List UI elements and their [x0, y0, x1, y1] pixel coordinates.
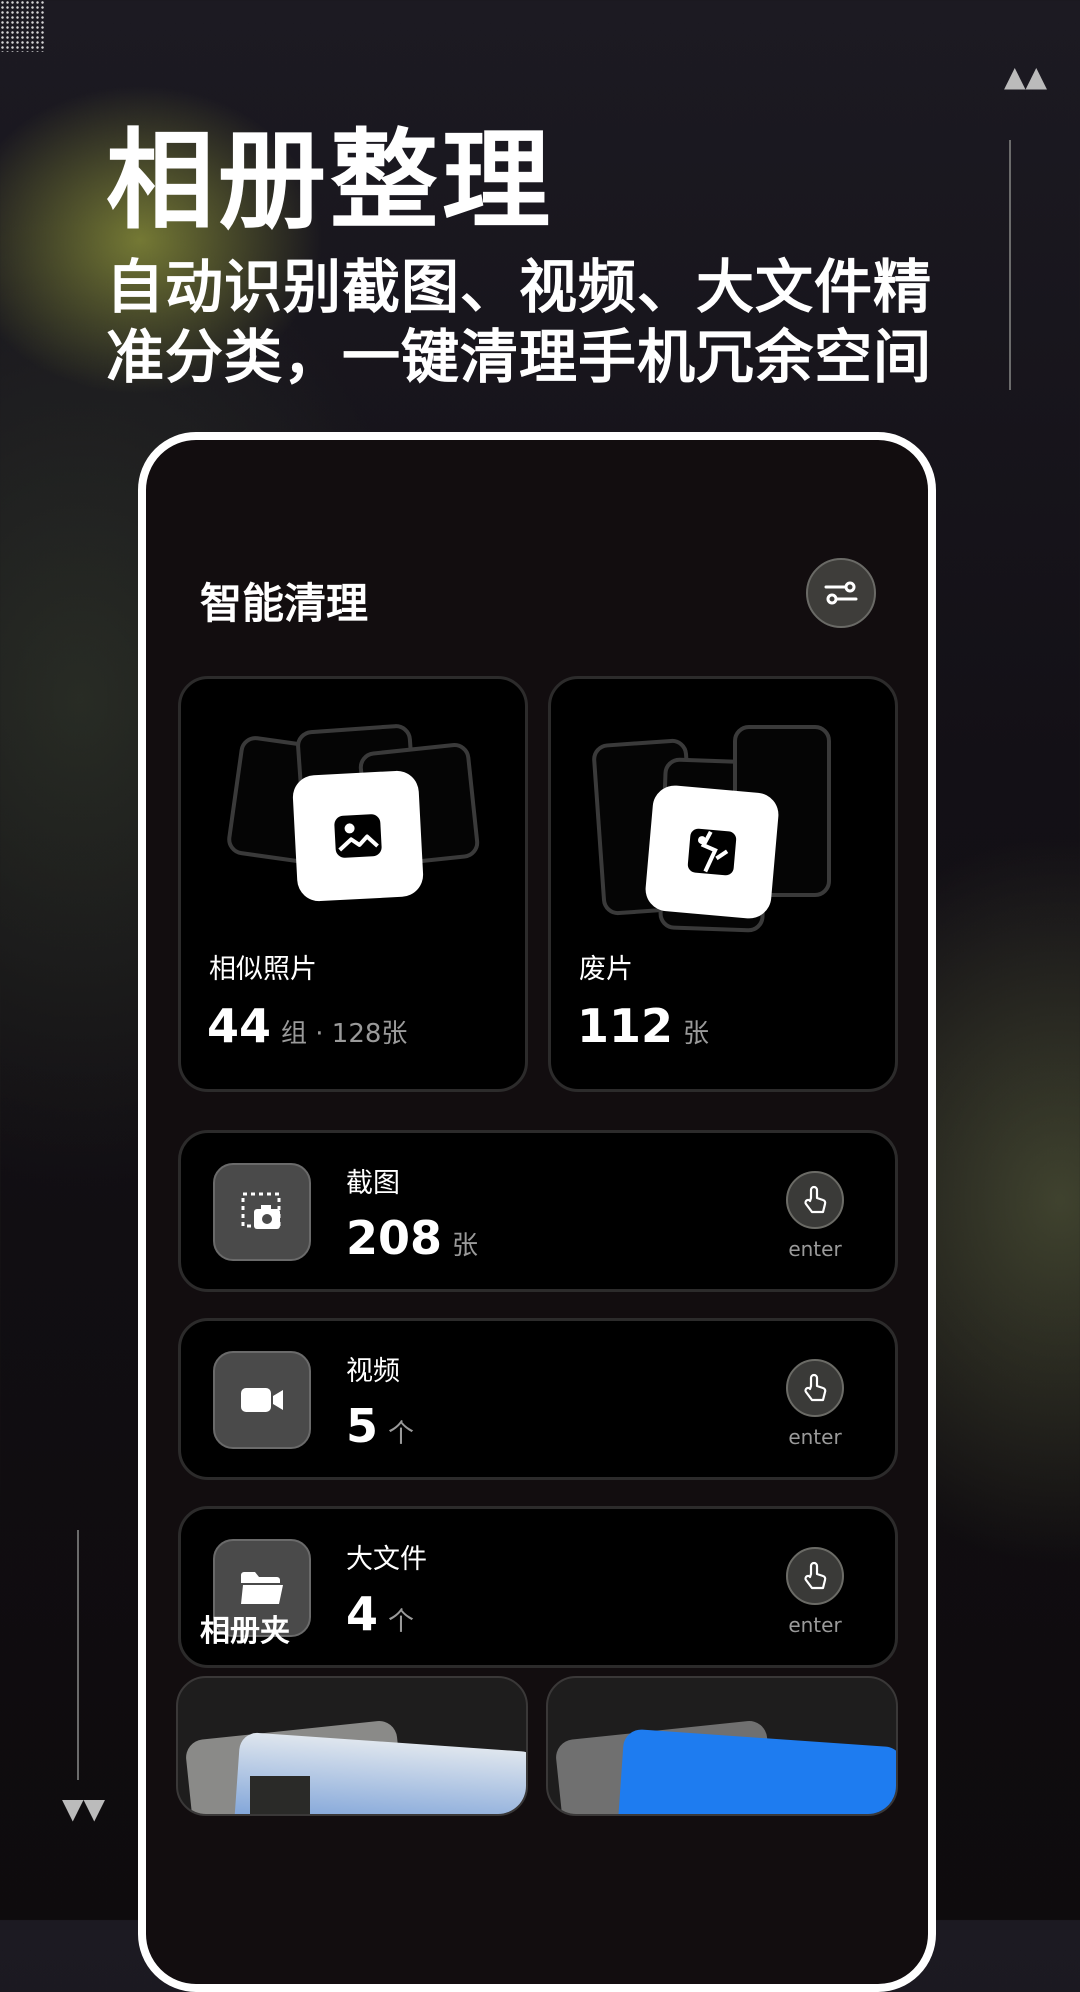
tap-hand-icon — [804, 1561, 827, 1590]
card-unit: 组 · 128张 — [281, 1019, 408, 1049]
row-count: 208 张 — [346, 1211, 479, 1265]
row-label: 截图 — [346, 1168, 400, 1199]
hero-subtitle: 自动识别截图、视频、大文件精准分类，一键清理手机冗余空间 — [106, 253, 933, 391]
video-icon-tile — [213, 1351, 311, 1449]
noise-texture — [0, 0, 44, 52]
divider-line-right — [1009, 140, 1011, 390]
row-count: 4个 — [346, 1587, 415, 1641]
row-unit: 张 — [452, 1231, 479, 1261]
screenshot-icon — [241, 1192, 281, 1229]
album-card[interactable] — [546, 1676, 898, 1816]
hero-title: 相册整理 — [106, 119, 555, 244]
card-label: 废片 — [579, 954, 633, 985]
scroll-up-indicator: ▲▲ — [1004, 60, 1048, 93]
bad-photos-card[interactable]: 废片 112 张 — [548, 676, 898, 1092]
scroll-down-indicator: ▼▼ — [62, 1792, 106, 1825]
phone-frame: 智能清理 相似照片 44 组 · 128张 废片 112 张 截图 208 张 … — [138, 432, 936, 1992]
page-title: 智能清理 — [200, 579, 369, 628]
broken-image-icon-tile — [643, 783, 781, 921]
sliders-icon — [824, 581, 858, 605]
enter-label: enter — [788, 1237, 842, 1261]
row-label: 大文件 — [346, 1544, 427, 1575]
broken-image-icon — [687, 828, 737, 876]
card-count: 44 组 · 128张 — [207, 999, 408, 1053]
enter-label: enter — [788, 1425, 842, 1449]
image-icon — [334, 814, 382, 858]
folder-icon — [241, 1572, 283, 1604]
similar-photos-card[interactable]: 相似照片 44 组 · 128张 — [178, 676, 528, 1092]
row-label: 视频 — [346, 1356, 400, 1387]
image-icon-tile — [291, 769, 425, 903]
filter-settings-button[interactable] — [806, 558, 876, 628]
album-card[interactable] — [176, 1676, 528, 1816]
tap-hand-icon — [804, 1185, 827, 1214]
enter-button[interactable] — [786, 1171, 844, 1229]
enter-button[interactable] — [786, 1359, 844, 1417]
video-camera-icon — [241, 1388, 283, 1412]
card-unit: 张 — [683, 1019, 710, 1049]
row-unit: 个 — [388, 1419, 415, 1449]
album-photo-front — [616, 1728, 896, 1814]
enter-button[interactable] — [786, 1547, 844, 1605]
albums-section-title: 相册夹 — [200, 1614, 290, 1649]
enter-label: enter — [788, 1613, 842, 1637]
divider-line-left — [77, 1530, 79, 1780]
screenshot-icon-tile — [213, 1163, 311, 1261]
list-item-screenshots[interactable]: 截图 208 张 enter — [178, 1130, 898, 1292]
card-label: 相似照片 — [209, 954, 317, 985]
album-photo-detail — [250, 1776, 310, 1814]
tap-hand-icon — [804, 1373, 827, 1402]
row-count: 5个 — [346, 1399, 415, 1453]
card-count: 112 张 — [577, 999, 710, 1053]
row-unit: 个 — [388, 1607, 415, 1637]
list-item-videos[interactable]: 视频 5个 enter — [178, 1318, 898, 1480]
